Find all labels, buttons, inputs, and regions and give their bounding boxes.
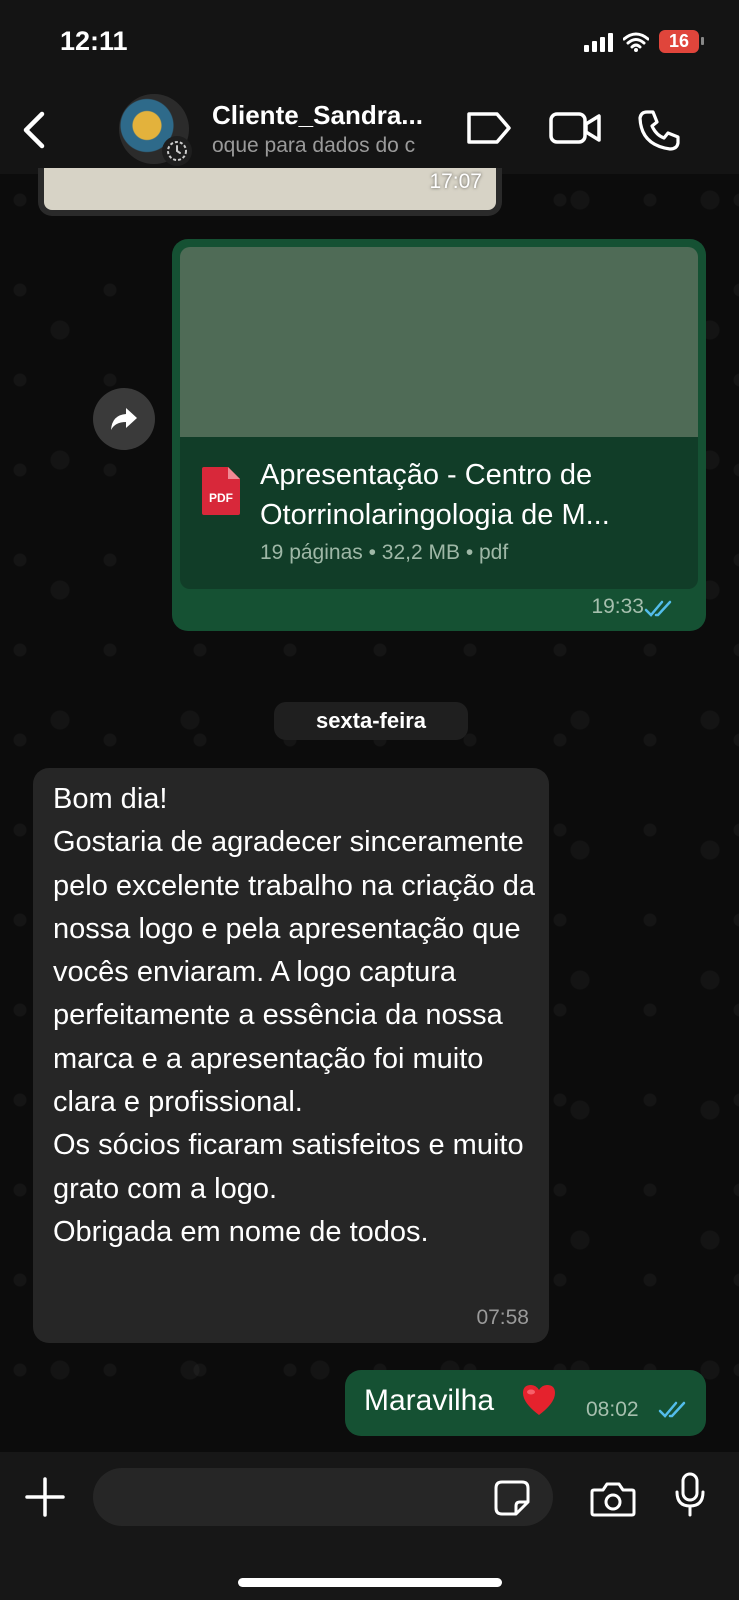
document-title: Apresentação - Centro de Otorrinolaringo…	[260, 459, 610, 531]
sticker-icon	[494, 1480, 530, 1516]
phone-icon	[638, 110, 680, 151]
read-ticks-icon	[644, 600, 672, 617]
camera-button[interactable]	[590, 1480, 636, 1518]
document-preview[interactable]	[180, 247, 698, 437]
status-bar: 12:11 16	[0, 0, 739, 90]
status-icons: 16	[583, 30, 705, 53]
incoming-message[interactable]: Bom dia! Gostaria de agradecer sincerame…	[33, 768, 549, 1343]
pdf-file-icon: PDF	[202, 467, 240, 515]
camera-icon	[590, 1482, 636, 1517]
message-time: 17:07	[429, 170, 482, 193]
microphone-button[interactable]	[674, 1472, 706, 1518]
read-ticks-icon	[658, 1401, 686, 1418]
heart-emoji-icon	[523, 1385, 555, 1415]
document-card[interactable]: PDF Apresentação - Centro de Otorrinolar…	[180, 437, 698, 589]
message-time: 07:58	[476, 1306, 529, 1329]
chevron-left-icon	[23, 111, 45, 149]
tag-label-icon	[467, 112, 511, 144]
video-call-button[interactable]	[548, 108, 602, 153]
sticker-button[interactable]	[494, 1480, 530, 1516]
message-text: Maravilha	[364, 1384, 495, 1417]
document-message[interactable]: PDF Apresentação - Centro de Otorrinolar…	[172, 239, 706, 631]
voice-call-button[interactable]	[637, 108, 681, 157]
document-meta: 19 páginas • 32,2 MB • pdf	[260, 541, 509, 564]
message-time: 08:02	[586, 1398, 639, 1421]
pdf-icon-label: PDF	[209, 491, 233, 505]
microphone-icon	[675, 1472, 705, 1517]
message-text: Bom dia! Gostaria de agradecer sincerame…	[53, 783, 536, 1248]
contact-name[interactable]: Cliente_Sandra...	[212, 100, 442, 131]
video-camera-icon	[549, 112, 601, 144]
contact-subtitle[interactable]: oque para dados do c	[212, 134, 448, 158]
signal-icon	[583, 32, 613, 52]
home-indicator	[238, 1578, 502, 1587]
disappearing-timer-icon	[162, 136, 192, 166]
date-separator: sexta-feira	[274, 702, 468, 740]
plus-icon	[25, 1477, 65, 1517]
chat-header: Cliente_Sandra... oque para dados do c	[0, 90, 739, 174]
message-time: 19:33	[591, 595, 644, 618]
forward-arrow-icon	[111, 408, 137, 430]
status-time: 12:11	[60, 26, 128, 56]
previous-image-message[interactable]: 17:07	[38, 168, 502, 216]
attach-button[interactable]	[24, 1476, 66, 1518]
forward-button[interactable]	[93, 388, 155, 450]
wifi-icon	[622, 32, 649, 52]
message-input[interactable]	[93, 1468, 553, 1526]
back-button[interactable]	[16, 108, 56, 152]
battery-icon: 16	[658, 30, 705, 53]
outgoing-message[interactable]: Maravilha 08:02	[345, 1370, 706, 1436]
composer-bar	[0, 1452, 739, 1600]
label-button[interactable]	[463, 108, 513, 153]
